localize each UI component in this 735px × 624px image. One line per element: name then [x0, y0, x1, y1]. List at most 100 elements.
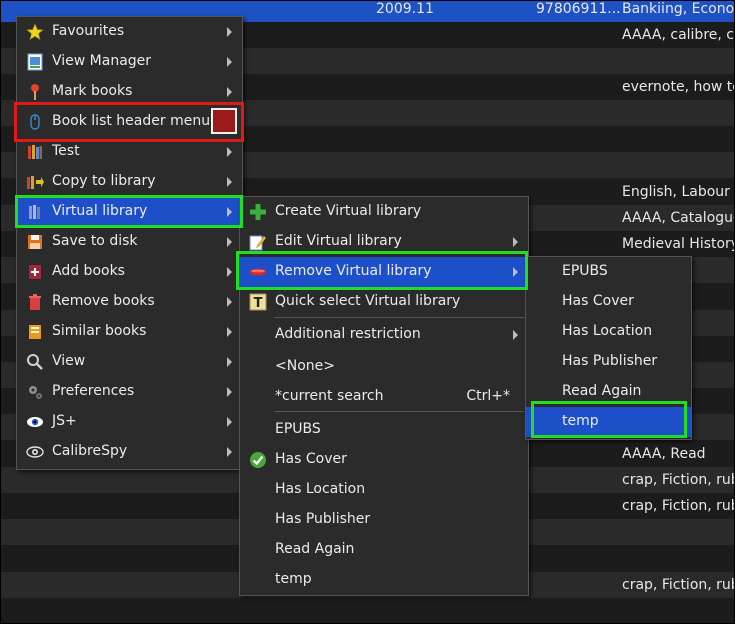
vl-menu-item-label: Quick select Virtual library — [275, 293, 461, 309]
submenu-arrow-icon — [227, 57, 232, 67]
svg-text:T: T — [254, 296, 263, 311]
eye-icon — [26, 413, 44, 431]
green-highlight-remove-virtual-library — [236, 251, 528, 290]
menu-item-label: CalibreSpy — [52, 443, 128, 459]
remove-menu-item-has-publisher[interactable]: Has Publisher — [526, 347, 691, 377]
view-manager-icon — [26, 53, 44, 71]
menu-item-js[interactable]: JS+ — [17, 407, 242, 437]
vl-menu-item-additional-restriction[interactable]: Additional restriction — [240, 320, 528, 350]
table-cell: crap, Fiction, rubl — [622, 498, 735, 514]
magnifier-icon — [26, 353, 44, 371]
screenshot-frame: 2009.11 97806911... Bankiing, Econon AAAA, … — [0, 0, 735, 624]
menu-item-label: Copy to library — [52, 173, 156, 189]
check-icon — [249, 451, 267, 469]
menu-item-label: Favourites — [52, 23, 125, 39]
menu-item-save-to-disk[interactable]: Save to disk — [17, 227, 242, 257]
vl-menu-item-label: Has Cover — [275, 451, 347, 467]
plus-icon — [249, 203, 267, 221]
vl-menu-item-current-search[interactable]: *current search Ctrl+* — [240, 382, 528, 412]
vl-menu-item-has-publisher[interactable]: Has Publisher — [240, 505, 528, 535]
remove-menu-item-label: Has Location — [562, 323, 653, 339]
submenu-arrow-icon — [227, 297, 232, 307]
menu-item-label: Test — [52, 143, 80, 159]
remove-menu-item-label: Has Cover — [562, 293, 634, 309]
remove-menu-item-epubs[interactable]: EPUBS — [526, 257, 691, 287]
submenu-arrow-icon — [227, 447, 232, 457]
menu-item-favourites[interactable]: Favourites — [17, 17, 242, 47]
menu-separator-bottom — [274, 411, 524, 412]
menu-separator-top — [274, 317, 524, 318]
submenu-arrow-icon — [227, 237, 232, 247]
submenu-arrow-icon — [513, 330, 518, 340]
table-cell: crap, Fiction, rubl — [622, 472, 735, 488]
green-highlight-virtual-library — [15, 195, 243, 228]
menu-item-preferences[interactable]: Preferences — [17, 377, 242, 407]
text-t-icon: T — [249, 293, 267, 311]
menu-item-label: Remove books — [52, 293, 155, 309]
add-books-icon — [26, 263, 44, 281]
submenu-arrow-icon — [227, 327, 232, 337]
vl-menu-item-has-cover[interactable]: Has Cover — [240, 445, 528, 475]
table-cell: evernote, how to — [622, 79, 735, 95]
menu-item-calibrespy[interactable]: CalibreSpy — [17, 437, 242, 467]
table-cell: English, Labour P — [622, 184, 735, 200]
table-cell: AAAA, Read — [622, 446, 706, 462]
menu-item-label: View Manager — [52, 53, 152, 69]
submenu-arrow-icon — [513, 237, 518, 247]
menu-item-label: JS+ — [52, 413, 77, 429]
vl-menu-item-label: *current search — [275, 388, 384, 404]
vl-menu-item-label: Create Virtual library — [275, 203, 422, 219]
books-icon — [26, 143, 44, 161]
trash-icon — [26, 293, 44, 311]
vl-menu-item-label: temp — [275, 571, 312, 587]
menu-item-view-manager[interactable]: View Manager — [17, 47, 242, 77]
shortcut-label: Ctrl+* — [466, 388, 510, 404]
vl-menu-item-label: EPUBS — [275, 421, 321, 437]
vl-menu-item-has-location[interactable]: Has Location — [240, 475, 528, 505]
menu-item-label: Mark books — [52, 83, 133, 99]
vl-menu-item-none[interactable]: <None> — [240, 352, 528, 382]
menu-item-view[interactable]: View — [17, 347, 242, 377]
spy-eye-icon — [26, 443, 44, 461]
menu-item-similar-books[interactable]: Similar books — [17, 317, 242, 347]
submenu-arrow-icon — [227, 87, 232, 97]
vl-menu-item-temp[interactable]: temp — [240, 565, 528, 595]
edit-icon — [249, 233, 267, 251]
remove-menu-item-has-location[interactable]: Has Location — [526, 317, 691, 347]
menu-item-label: View — [52, 353, 86, 369]
menu-item-copy-to-library[interactable]: Copy to library — [17, 167, 242, 197]
table-cell: AAAA, calibre, co — [622, 27, 735, 43]
menu-item-label: Add books — [52, 263, 125, 279]
remove-menu-item-label: Read Again — [562, 383, 642, 399]
menu-item-label: Preferences — [52, 383, 135, 399]
menu-item-label: Similar books — [52, 323, 147, 339]
red-square-marker — [211, 108, 237, 134]
vl-menu-item-label: Additional restriction — [275, 326, 421, 342]
table-cell: AAAA, Catalogue — [622, 210, 735, 226]
table-cell: 2009.11 — [376, 1, 434, 17]
menu-item-label: Save to disk — [52, 233, 138, 249]
table-cell: Medieval History — [622, 236, 735, 252]
pin-icon — [26, 83, 44, 101]
similar-books-icon — [26, 323, 44, 341]
preferences-icon — [26, 383, 44, 401]
vl-menu-item-label: Has Publisher — [275, 511, 371, 527]
remove-menu-item-has-cover[interactable]: Has Cover — [526, 287, 691, 317]
submenu-arrow-icon — [227, 177, 232, 187]
vl-menu-item-quick-select-virtual-library[interactable]: T Quick select Virtual library — [240, 287, 528, 317]
vl-menu-item-read-again[interactable]: Read Again — [240, 535, 528, 565]
vl-menu-item-label: <None> — [275, 358, 335, 374]
menu-item-add-books[interactable]: Add books — [17, 257, 242, 287]
copy-library-icon — [26, 173, 44, 191]
table-cell: 97806911... — [536, 1, 621, 17]
red-highlight-box — [14, 102, 244, 142]
vl-menu-item-create-virtual-library[interactable]: Create Virtual library — [240, 197, 528, 227]
submenu-arrow-icon — [227, 387, 232, 397]
table-cell: crap, Fiction, rubl — [622, 577, 735, 593]
vl-menu-item-epubs[interactable]: EPUBS — [240, 415, 528, 445]
submenu-arrow-icon — [227, 357, 232, 367]
submenu-arrow-icon — [227, 147, 232, 157]
menu-item-remove-books[interactable]: Remove books — [17, 287, 242, 317]
vl-menu-item-label: Has Location — [275, 481, 366, 497]
table-row[interactable] — [1, 598, 734, 623]
